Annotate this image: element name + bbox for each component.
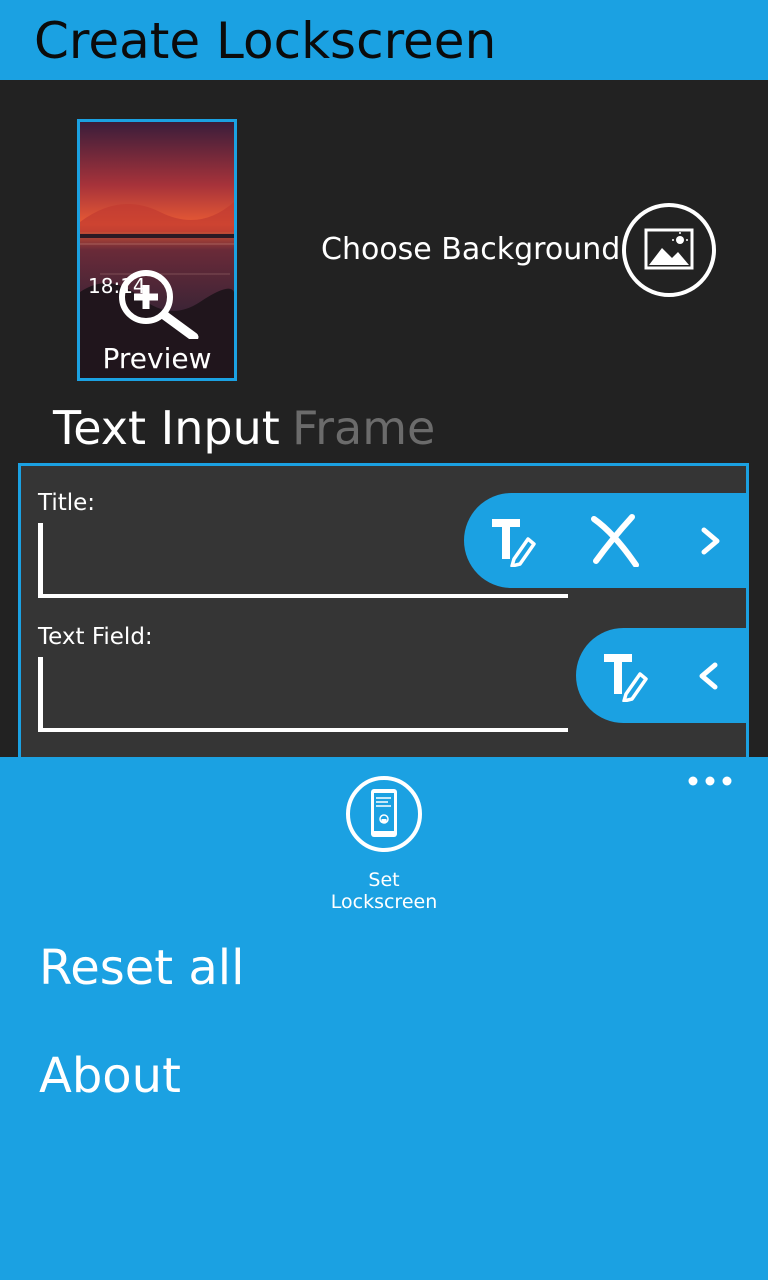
menu-item-about[interactable]: About xyxy=(39,1048,181,1104)
text-field-input[interactable] xyxy=(38,657,568,732)
picture-icon xyxy=(644,228,694,270)
title-actions-pill xyxy=(464,493,748,588)
zoom-in-icon xyxy=(119,270,199,339)
close-icon[interactable] xyxy=(590,513,640,567)
app-header: Create Lockscreen xyxy=(0,0,768,80)
set-lockscreen-button[interactable] xyxy=(345,775,423,853)
tab-text-input[interactable]: Text Input xyxy=(53,400,280,456)
phone-lock-icon xyxy=(371,789,397,837)
menu-item-reset-all[interactable]: Reset all xyxy=(39,940,244,996)
text-edit-icon[interactable] xyxy=(490,515,538,567)
text-edit-icon[interactable] xyxy=(602,650,650,702)
title-label: Title: xyxy=(38,490,96,516)
chevron-left-icon[interactable] xyxy=(697,662,719,690)
set-lockscreen-label: Set Lockscreen xyxy=(300,869,468,913)
chevron-right-icon[interactable] xyxy=(700,527,722,555)
preview-image xyxy=(80,122,234,378)
ellipsis-icon[interactable] xyxy=(686,773,736,789)
preview-label: Preview xyxy=(102,342,212,375)
page-title: Create Lockscreen xyxy=(34,12,497,70)
app-bar: Set Lockscreen Reset all About xyxy=(0,757,768,1280)
preview-thumbnail[interactable]: 18:14 Preview xyxy=(77,119,237,381)
text-field-actions-pill xyxy=(576,628,748,723)
choose-background-button[interactable] xyxy=(620,202,718,298)
set-lockscreen-text: Set Lockscreen xyxy=(330,869,438,913)
choose-background-label: Choose Background xyxy=(321,232,621,267)
text-field-label: Text Field: xyxy=(38,624,153,650)
tab-frame[interactable]: Frame xyxy=(292,400,435,456)
